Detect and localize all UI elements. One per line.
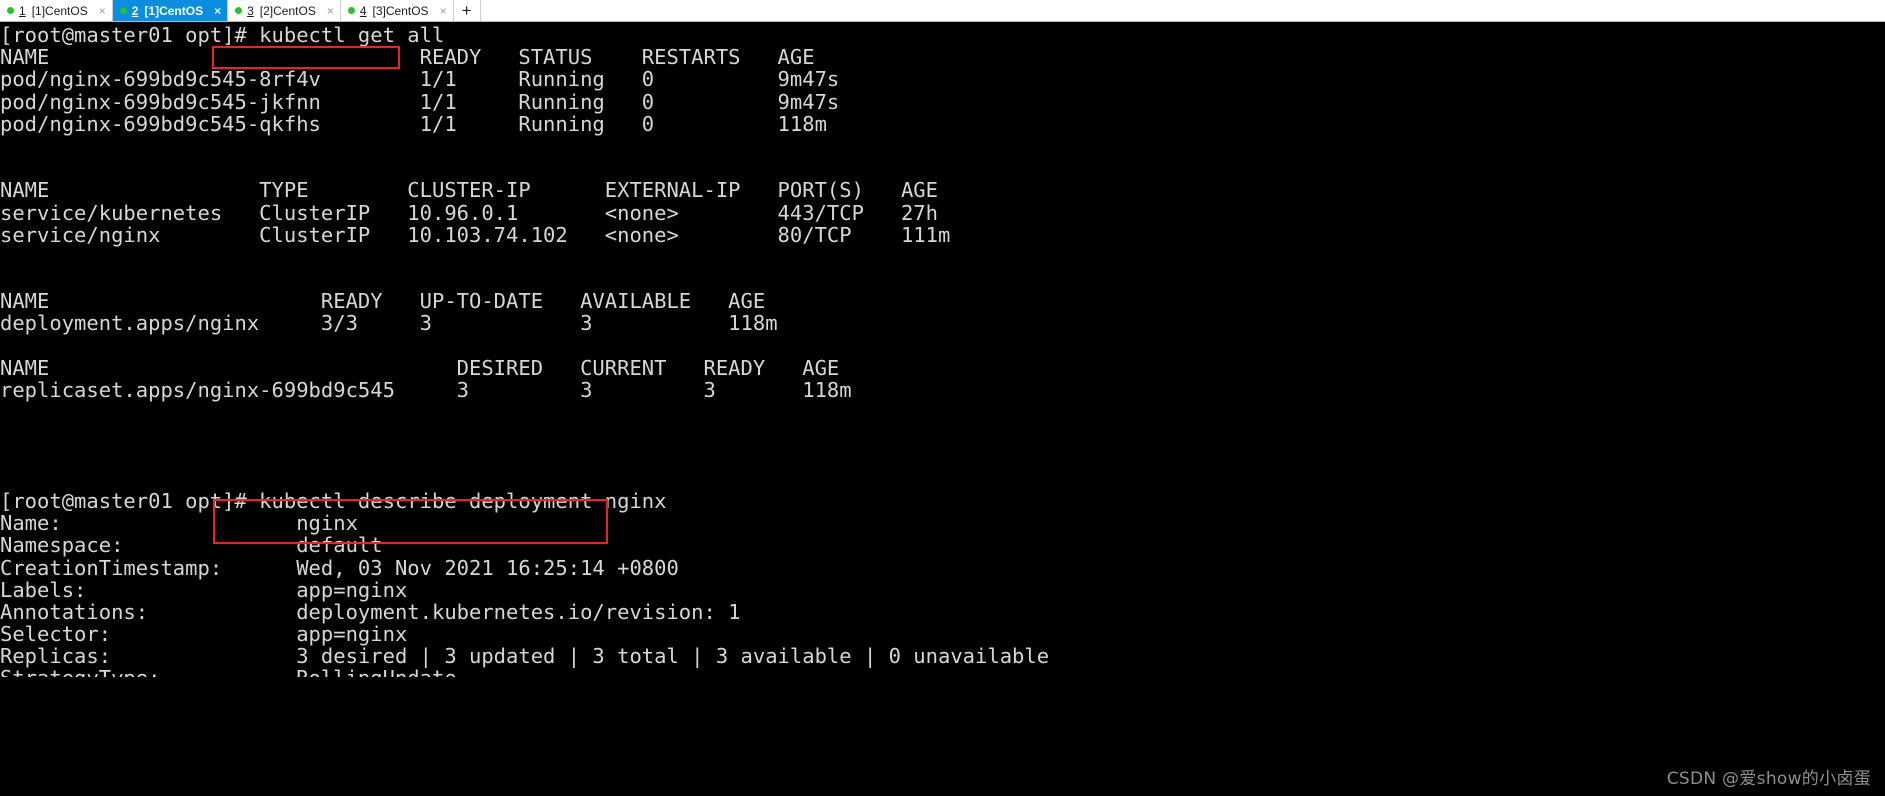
tab-3[interactable]: 3 [2]CentOS ×	[228, 0, 341, 21]
close-icon[interactable]: ×	[93, 5, 106, 17]
connection-status-dot-icon	[347, 7, 355, 14]
describe-field-annotations: Annotations: deployment.kubernetes.io/re…	[0, 599, 741, 624]
watermark-text: CSDN @爱show的小卤蛋	[1666, 768, 1871, 789]
table-row: pod/nginx-699bd9c545-qkfhs 1/1 Running 0…	[0, 111, 827, 136]
tab-2[interactable]: 2 [1]CentOS ×	[112, 0, 229, 21]
close-icon[interactable]: ×	[321, 5, 334, 17]
command-line-get-all: [root@master01 opt]# kubectl get all	[0, 23, 445, 47]
tab-number: 2	[131, 3, 139, 18]
table-row: deployment.apps/nginx 3/3 3 3 118m	[0, 311, 778, 336]
tab-label: [1]CentOS	[31, 3, 88, 18]
table-row: replicaset.apps/nginx-699bd9c545 3 3 3 1…	[0, 378, 852, 402]
table-row: service/kubernetes ClusterIP 10.96.0.1 <…	[0, 200, 938, 225]
tab-label: [2]CentOS	[259, 3, 316, 18]
terminal-tab-bar: 1 [1]CentOS × 2 [1]CentOS × 3 [2]CentOS …	[0, 0, 1885, 22]
describe-field-namespace: Namespace: default	[0, 533, 383, 558]
connection-status-dot-icon	[235, 7, 243, 14]
tab-number: 3	[247, 3, 254, 18]
table-row: pod/nginx-699bd9c545-jkfnn 1/1 Running 0…	[0, 89, 840, 114]
tab-4[interactable]: 4 [3]CentOS ×	[340, 0, 454, 21]
tab-1[interactable]: 1 [1]CentOS ×	[0, 0, 113, 21]
close-icon[interactable]: ×	[208, 5, 221, 17]
describe-field-name: Name: nginx	[0, 511, 358, 536]
describe-field-replicas: Replicas: 3 desired | 3 updated | 3 tota…	[0, 644, 1050, 669]
deployments-table-header: NAME READY UP-TO-DATE AVAILABLE AGE	[0, 289, 766, 314]
tab-bar-empty-area	[480, 0, 1885, 21]
pods-table-header: NAME READY STATUS RESTARTS AGE	[0, 45, 815, 70]
tab-label: [1]CentOS	[144, 3, 204, 18]
connection-status-dot-icon	[119, 7, 127, 14]
new-tab-button[interactable]: +	[453, 0, 481, 21]
table-row: service/nginx ClusterIP 10.103.74.102 <n…	[0, 222, 951, 247]
connection-status-dot-icon	[7, 7, 14, 14]
tab-label: [3]CentOS	[372, 3, 429, 18]
table-row: pod/nginx-699bd9c545-8rf4v 1/1 Running 0…	[0, 67, 840, 92]
command-line-describe: [root@master01 opt]# kubectl describe de…	[0, 488, 667, 513]
describe-field-strategytype: StrategyType: RollingUpdate	[0, 667, 1885, 677]
tab-number: 1	[19, 3, 26, 18]
describe-field-creationtimestamp: CreationTimestamp: Wed, 03 Nov 2021 16:2…	[0, 555, 679, 580]
close-icon[interactable]: ×	[434, 5, 447, 17]
replicasets-table-header: NAME DESIRED CURRENT READY AGE	[0, 355, 840, 380]
terminal-output-area[interactable]: [root@master01 opt]# kubectl get all NAM…	[0, 22, 1885, 796]
services-table-header: NAME TYPE CLUSTER-IP EXTERNAL-IP PORT(S)…	[0, 178, 938, 203]
tab-number: 4	[359, 3, 367, 18]
describe-field-selector: Selector: app=nginx	[0, 622, 408, 647]
describe-field-labels: Labels: app=nginx	[0, 577, 408, 602]
